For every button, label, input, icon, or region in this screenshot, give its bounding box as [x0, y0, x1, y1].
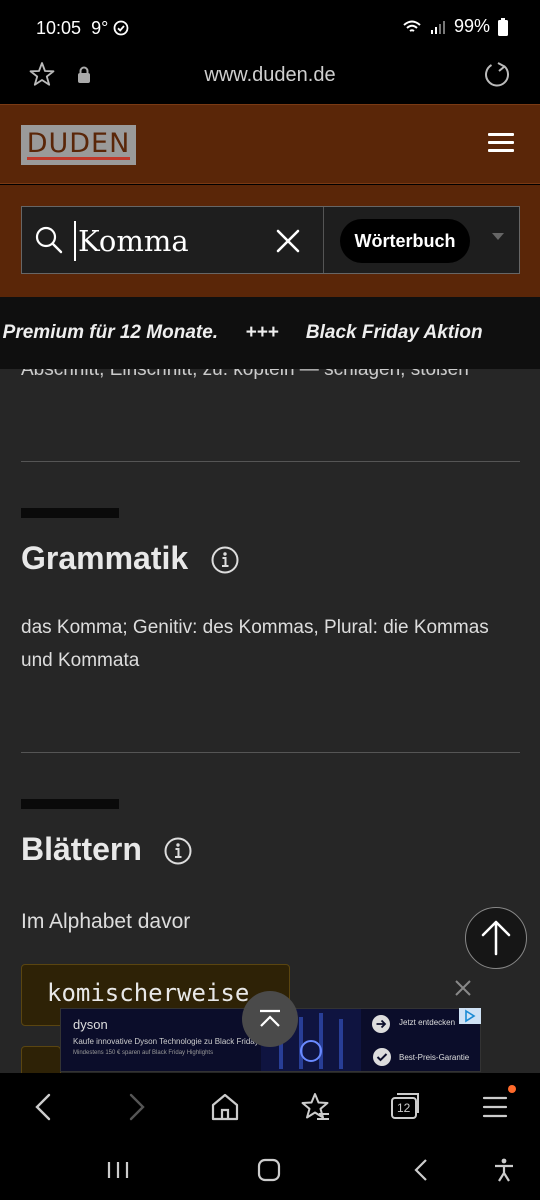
- status-icons: 99%: [402, 16, 508, 37]
- ticker-separator: +++: [245, 322, 279, 343]
- site-header: DUDEN: [0, 104, 540, 184]
- bookmarks-button[interactable]: [297, 1089, 333, 1125]
- check-circle-icon: [113, 20, 129, 36]
- home-nav-icon[interactable]: [255, 1158, 283, 1182]
- info-icon[interactable]: [210, 545, 240, 575]
- signal-icon: [430, 20, 445, 34]
- home-button[interactable]: [207, 1089, 243, 1125]
- back-button[interactable]: [26, 1089, 62, 1125]
- chevron-up-icon: [260, 1009, 280, 1027]
- ad-cta: Jetzt entdecken: [399, 1018, 456, 1027]
- browser-url-bar: www.duden.de: [0, 56, 540, 104]
- chevron-right-icon: [129, 1093, 145, 1121]
- accessibility-icon[interactable]: [490, 1158, 518, 1182]
- section-accent-bar: [21, 508, 119, 518]
- battery-level: 99%: [453, 16, 490, 36]
- clock: 10:05: [36, 18, 82, 38]
- hamburger-menu-icon[interactable]: [488, 133, 514, 155]
- dictionary-select[interactable]: Wörterbuch: [340, 219, 470, 263]
- ad-choices-icon[interactable]: [459, 1008, 481, 1024]
- ad-guarantee: Best-Preis-Garantie: [399, 1053, 470, 1062]
- battery-icon: [498, 17, 508, 36]
- section-accent-bar: [21, 799, 119, 809]
- system-nav-bar: [0, 1140, 540, 1200]
- chevron-left-icon: [35, 1093, 51, 1121]
- search-area: Wörterbuch: [0, 185, 540, 297]
- wifi-icon: [403, 20, 421, 32]
- arrow-up-icon: [481, 920, 511, 956]
- divider: [21, 752, 520, 753]
- info-icon[interactable]: [163, 836, 193, 866]
- chevron-down-icon[interactable]: [492, 233, 504, 240]
- grammar-text: das Komma; Genitiv: des Kommas, Plural: …: [21, 617, 489, 671]
- forward-button[interactable]: [118, 1089, 154, 1125]
- ad-close-icon[interactable]: [450, 975, 476, 1001]
- ad-expand-button[interactable]: [242, 991, 298, 1047]
- url-text[interactable]: www.duden.de: [0, 64, 540, 87]
- search-box: Wörterbuch: [21, 206, 520, 274]
- search-icon: [35, 226, 63, 254]
- recent-apps-icon[interactable]: [104, 1158, 132, 1182]
- reload-icon[interactable]: [482, 60, 512, 90]
- grammar-heading: Grammatik: [21, 540, 189, 576]
- ad-subline: Mindestens 150 € sparen auf Black Friday…: [73, 1050, 214, 1056]
- menu-lines-icon: [482, 1096, 508, 1118]
- browser-toolbar: 12: [0, 1073, 540, 1140]
- home-icon: [211, 1093, 239, 1121]
- temperature: 9°: [91, 18, 109, 38]
- clear-search-icon[interactable]: [274, 227, 302, 255]
- verified-badge-icon: [373, 1048, 391, 1066]
- arrow-right-icon: [372, 1015, 390, 1033]
- search-input[interactable]: [74, 221, 264, 261]
- back-nav-icon[interactable]: [408, 1158, 436, 1182]
- ticker-item: r Premium für 12 Monate.: [0, 322, 219, 343]
- tabs-button[interactable]: 12: [387, 1089, 423, 1125]
- ad-headline: Kaufe innovative Dyson Technologie zu Bl…: [73, 1037, 259, 1046]
- duden-logo[interactable]: DUDEN: [21, 125, 136, 165]
- bookmarks-star-icon: [301, 1093, 329, 1120]
- status-time: 10:05 9°: [36, 18, 129, 39]
- promo-ticker[interactable]: r Premium für 12 Monate. +++ Black Frida…: [0, 297, 540, 369]
- ad-brand: dyson: [73, 1017, 108, 1032]
- main-content: Abschnitt, Einschnitt, zu: koptein — sch…: [0, 369, 540, 1073]
- logo-text: DUDEN: [26, 127, 131, 160]
- status-bar: 10:05 9° 99%: [0, 0, 540, 56]
- search-divider: [323, 207, 324, 273]
- word-tile[interactable]: [21, 1046, 61, 1073]
- divider: [21, 461, 520, 462]
- notification-dot: [508, 1085, 516, 1093]
- browse-subtitle: Im Alphabet davor: [21, 910, 191, 933]
- etymology-text: Abschnitt, Einschnitt, zu: koptein — sch…: [21, 369, 469, 380]
- browse-heading: Blättern: [21, 831, 142, 867]
- scroll-to-top-button[interactable]: [465, 907, 527, 969]
- browser-menu-button[interactable]: [477, 1085, 516, 1125]
- tab-count: 12: [397, 1101, 411, 1115]
- ticker-item: Black Friday Aktion: [305, 322, 483, 343]
